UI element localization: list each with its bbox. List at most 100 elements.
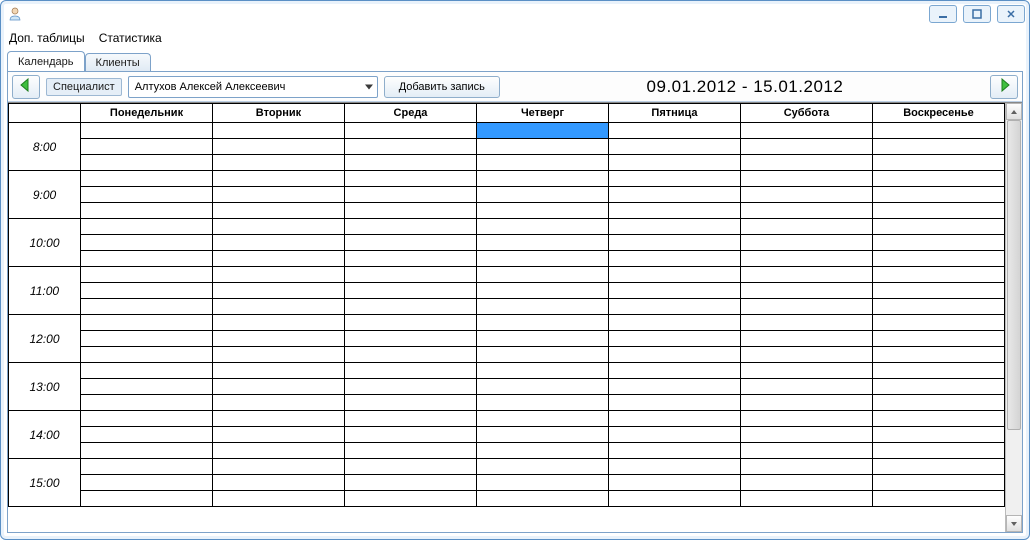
schedule-cell[interactable] <box>741 139 873 155</box>
schedule-cell[interactable] <box>213 251 345 267</box>
schedule-cell[interactable] <box>81 283 213 299</box>
schedule-cell[interactable] <box>609 123 741 139</box>
schedule-cell[interactable] <box>477 475 609 491</box>
schedule-cell[interactable] <box>609 395 741 411</box>
schedule-cell[interactable] <box>477 267 609 283</box>
schedule-cell[interactable] <box>81 411 213 427</box>
schedule-cell[interactable] <box>873 155 1005 171</box>
schedule-cell[interactable] <box>873 427 1005 443</box>
schedule-cell[interactable] <box>741 475 873 491</box>
schedule-cell[interactable] <box>741 267 873 283</box>
schedule-cell[interactable] <box>609 299 741 315</box>
schedule-cell[interactable] <box>741 491 873 507</box>
schedule-cell[interactable] <box>477 155 609 171</box>
schedule-cell[interactable] <box>213 427 345 443</box>
schedule-cell[interactable] <box>609 459 741 475</box>
schedule-cell[interactable] <box>81 395 213 411</box>
schedule-cell[interactable] <box>477 411 609 427</box>
schedule-cell[interactable] <box>741 411 873 427</box>
prev-week-button[interactable] <box>12 75 40 99</box>
schedule-cell[interactable] <box>873 139 1005 155</box>
schedule-cell[interactable] <box>609 443 741 459</box>
schedule-cell[interactable] <box>873 491 1005 507</box>
schedule-cell[interactable] <box>345 363 477 379</box>
schedule-cell[interactable] <box>213 171 345 187</box>
schedule-cell[interactable] <box>345 331 477 347</box>
schedule-cell[interactable] <box>345 395 477 411</box>
schedule-cell[interactable] <box>81 315 213 331</box>
schedule-cell[interactable] <box>741 155 873 171</box>
schedule-cell[interactable] <box>873 475 1005 491</box>
schedule-cell[interactable] <box>213 443 345 459</box>
schedule-cell[interactable] <box>609 155 741 171</box>
schedule-cell[interactable] <box>477 427 609 443</box>
scroll-thumb[interactable] <box>1007 120 1021 430</box>
schedule-cell[interactable] <box>477 299 609 315</box>
schedule-cell[interactable] <box>345 187 477 203</box>
schedule-cell[interactable] <box>873 299 1005 315</box>
schedule-cell[interactable] <box>873 267 1005 283</box>
close-button[interactable] <box>997 5 1025 23</box>
schedule-cell[interactable] <box>609 267 741 283</box>
tab-clients[interactable]: Клиенты <box>85 53 151 71</box>
schedule-cell[interactable] <box>477 139 609 155</box>
schedule-cell[interactable] <box>477 395 609 411</box>
schedule-cell[interactable] <box>873 187 1005 203</box>
schedule-cell[interactable] <box>477 283 609 299</box>
schedule-cell[interactable] <box>81 187 213 203</box>
schedule-cell[interactable] <box>213 267 345 283</box>
schedule-cell[interactable] <box>81 171 213 187</box>
schedule-cell[interactable] <box>345 411 477 427</box>
schedule-cell[interactable] <box>873 331 1005 347</box>
schedule-cell[interactable] <box>609 379 741 395</box>
schedule-cell[interactable] <box>477 251 609 267</box>
schedule-cell[interactable] <box>213 283 345 299</box>
schedule-cell[interactable] <box>477 219 609 235</box>
schedule-cell[interactable] <box>213 235 345 251</box>
schedule-cell[interactable] <box>345 267 477 283</box>
next-week-button[interactable] <box>990 75 1018 99</box>
schedule-cell[interactable] <box>81 475 213 491</box>
schedule-cell[interactable] <box>873 283 1005 299</box>
schedule-cell[interactable] <box>81 267 213 283</box>
schedule-cell[interactable] <box>477 187 609 203</box>
schedule-cell[interactable] <box>609 283 741 299</box>
schedule-cell[interactable] <box>213 363 345 379</box>
scroll-up-button[interactable] <box>1006 103 1022 120</box>
schedule-cell[interactable] <box>873 443 1005 459</box>
schedule-cell[interactable] <box>213 203 345 219</box>
minimize-button[interactable] <box>929 5 957 23</box>
schedule-cell[interactable] <box>213 315 345 331</box>
menu-extra-tables[interactable]: Доп. таблицы <box>9 31 85 45</box>
schedule-cell[interactable] <box>741 443 873 459</box>
schedule-cell[interactable] <box>213 219 345 235</box>
schedule-cell[interactable] <box>609 475 741 491</box>
schedule-cell[interactable] <box>81 331 213 347</box>
schedule-cell[interactable] <box>873 315 1005 331</box>
schedule-cell[interactable] <box>741 251 873 267</box>
schedule-cell[interactable] <box>873 395 1005 411</box>
add-record-button[interactable]: Добавить запись <box>384 76 500 98</box>
schedule-cell[interactable] <box>213 459 345 475</box>
schedule-cell[interactable] <box>213 491 345 507</box>
schedule-cell[interactable] <box>609 171 741 187</box>
schedule-cell[interactable] <box>609 219 741 235</box>
schedule-cell[interactable] <box>477 347 609 363</box>
schedule-cell[interactable] <box>741 203 873 219</box>
schedule-cell[interactable] <box>345 299 477 315</box>
schedule-cell[interactable] <box>609 411 741 427</box>
schedule-cell[interactable] <box>213 299 345 315</box>
schedule-cell[interactable] <box>873 411 1005 427</box>
schedule-cell[interactable] <box>81 347 213 363</box>
schedule-cell[interactable] <box>741 363 873 379</box>
schedule-cell[interactable] <box>741 171 873 187</box>
schedule-cell[interactable] <box>741 187 873 203</box>
schedule-cell[interactable] <box>81 155 213 171</box>
schedule-cell[interactable] <box>873 235 1005 251</box>
schedule-cell[interactable] <box>213 475 345 491</box>
schedule-cell[interactable] <box>873 459 1005 475</box>
schedule-cell[interactable] <box>213 123 345 139</box>
schedule-cell[interactable] <box>873 171 1005 187</box>
schedule-cell[interactable] <box>345 475 477 491</box>
schedule-cell[interactable] <box>609 315 741 331</box>
